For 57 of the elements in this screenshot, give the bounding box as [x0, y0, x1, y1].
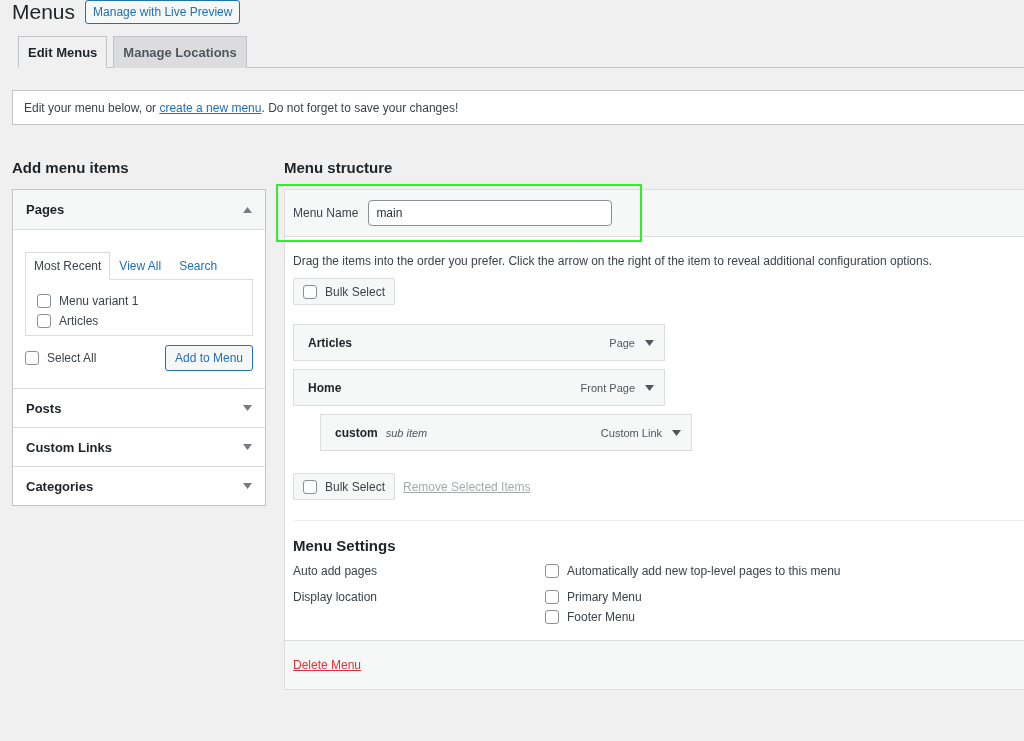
checkbox-label: Primary Menu — [567, 590, 642, 604]
panel-tab[interactable]: Most Recent — [25, 252, 111, 280]
caret-icon — [243, 483, 252, 489]
instructions-text: Drag the items into the order you prefer. Click the arrow on the right of the item to reveal additional configuration options. — [293, 254, 933, 268]
caret-icon[interactable] — [645, 384, 654, 391]
checkbox[interactable] — [25, 351, 39, 365]
section-heading: Add menu items — [12, 159, 130, 177]
menu-item-type: Page — [609, 336, 635, 349]
setting-label: Display location — [293, 590, 379, 606]
panel-tab[interactable]: Search — [170, 252, 227, 279]
checkbox[interactable] — [545, 610, 559, 624]
notice-text: Edit your menu below, or create a new menu. Do not forget to save your changes! — [24, 100, 459, 115]
live-preview-button[interactable]: Manage with Live Preview — [85, 0, 241, 24]
checkbox-label: Select All — [47, 351, 97, 365]
menu-item-note: sub item — [385, 426, 428, 439]
menu-name-field[interactable]: main — [368, 200, 613, 226]
accordion-title: Custom Links — [26, 439, 112, 455]
menu-item-bar[interactable]: Home Front Page — [293, 369, 665, 406]
settings-heading: Menu Settings — [293, 537, 397, 554]
caret-icon — [243, 206, 252, 213]
accordion-header[interactable]: Posts — [13, 389, 265, 427]
checkbox-label: Menu variant 1 — [59, 294, 139, 308]
bulk-select-button[interactable]: Bulk Select — [293, 278, 396, 305]
menu-item-title: Articles — [308, 335, 353, 350]
accordion-header[interactable]: Pages — [13, 190, 265, 230]
menu-item-type: Custom Link — [600, 426, 662, 439]
field-label: Menu Name — [293, 206, 359, 220]
caret-icon — [243, 444, 252, 450]
checkbox[interactable] — [37, 294, 51, 308]
nav-tab[interactable]: Edit Menus — [18, 36, 108, 68]
menu-item-title: custom — [335, 425, 378, 440]
delete-menu-link[interactable]: Delete Menu — [293, 658, 362, 672]
checkbox[interactable] — [545, 564, 559, 578]
panel-tab[interactable]: View All — [110, 252, 171, 279]
accordion-header[interactable]: Custom Links — [13, 428, 265, 466]
checkbox-label: Articles — [59, 314, 99, 328]
caret-icon — [243, 405, 252, 411]
caret-icon[interactable] — [645, 339, 654, 346]
accordion-title: Categories — [26, 478, 94, 494]
add-to-menu-button[interactable]: Add to Menu — [164, 345, 253, 371]
nav-tab[interactable]: Manage Locations — [113, 36, 247, 68]
section-heading: Menu structure — [284, 159, 394, 177]
accordion-header[interactable]: Categories — [13, 467, 265, 505]
menu-item-type: Front Page — [580, 381, 635, 394]
checkbox[interactable] — [37, 314, 51, 328]
checkbox-label: Automatically add new top-level pages to this menu — [567, 564, 841, 578]
menu-item-bar[interactable]: custom sub item Custom Link — [320, 414, 692, 451]
caret-icon[interactable] — [672, 429, 681, 436]
page-title: Menus — [12, 0, 76, 24]
accordion-title: Pages — [26, 202, 65, 217]
setting-label: Auto add pages — [293, 564, 379, 578]
menu-item-title: Home — [308, 380, 342, 395]
checkbox[interactable] — [545, 590, 559, 604]
checkbox-label: Footer Menu — [567, 610, 636, 624]
menu-item-bar[interactable]: Articles Page — [293, 324, 665, 361]
accordion-title: Posts — [26, 400, 62, 416]
bulk-select-button[interactable]: Bulk Select — [293, 473, 396, 500]
